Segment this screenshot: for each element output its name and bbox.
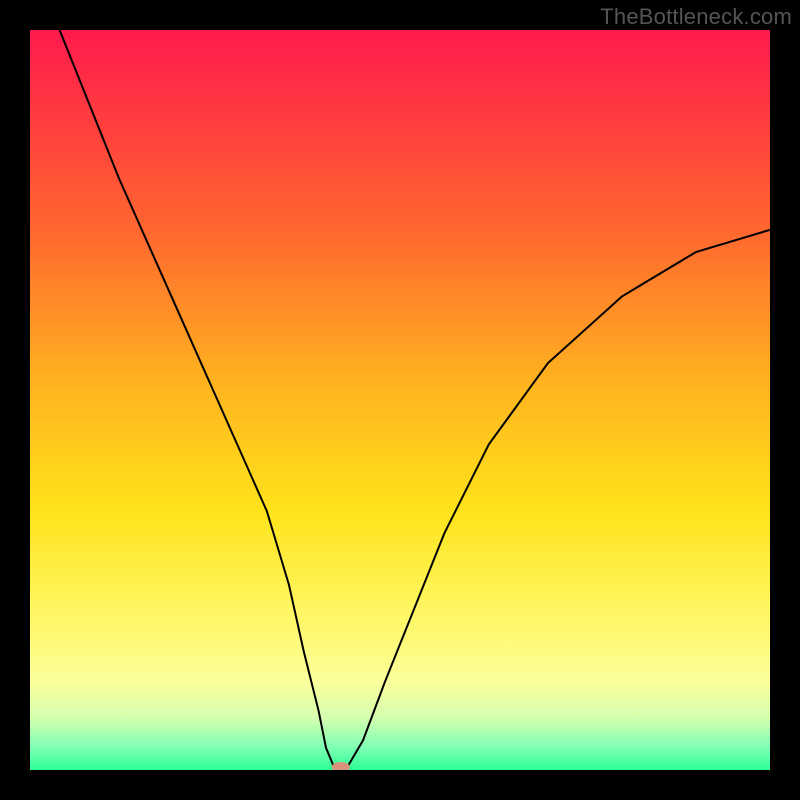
chart-frame bbox=[30, 30, 770, 770]
bottleneck-chart bbox=[30, 30, 770, 770]
watermark-text: TheBottleneck.com bbox=[600, 4, 792, 30]
gradient-background bbox=[30, 30, 770, 770]
